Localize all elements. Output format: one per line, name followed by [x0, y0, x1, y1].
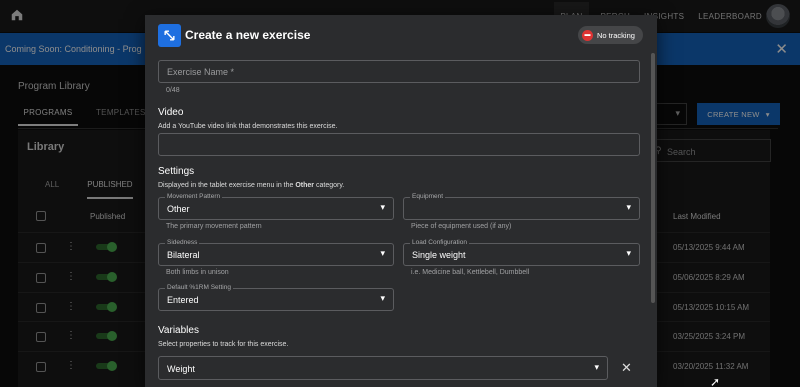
dropdown-arrow-icon: ▾	[380, 202, 385, 212]
equipment-select[interactable]: Equipment ▾	[403, 193, 640, 220]
sidedness-helper: Both limbs in unison	[166, 269, 229, 276]
dropdown-arrow-icon: ▾	[626, 202, 631, 212]
create-exercise-dialog: Create a new exercise ▬ No tracking Exer…	[145, 15, 657, 387]
settings-section-description: Displayed in the tablet exercise menu in…	[158, 182, 345, 189]
dropdown-arrow-icon: ▾	[380, 248, 385, 258]
settings-section-title: Settings	[158, 166, 195, 177]
remove-variable-icon[interactable]: ✕	[621, 360, 632, 376]
dropdown-arrow-icon: ▾	[626, 248, 631, 258]
movement-pattern-helper: The primary movement pattern	[166, 223, 262, 230]
video-link-input[interactable]	[158, 133, 640, 156]
load-configuration-value: Single weight	[412, 250, 466, 260]
default-1rm-label: Default %1RM Setting	[165, 284, 233, 291]
variable-value: Weight	[167, 364, 195, 374]
no-tracking-icon: ▬	[582, 29, 593, 41]
exercise-name-placeholder: Exercise Name *	[167, 67, 235, 77]
dialog-scrollbar[interactable]	[651, 53, 655, 303]
dropdown-arrow-icon: ▾	[380, 293, 385, 303]
exercise-name-input[interactable]: Exercise Name *	[158, 60, 640, 83]
video-section-title: Video	[158, 107, 184, 118]
default-1rm-value: Entered	[167, 295, 199, 305]
dialog-title: Create a new exercise	[185, 28, 311, 42]
mouse-cursor-icon: ➚	[710, 375, 721, 387]
movement-pattern-value: Other	[167, 204, 190, 214]
expand-arrows-icon	[158, 24, 181, 47]
tracking-chip-label: No tracking	[597, 30, 635, 40]
sidedness-label: Sidedness	[165, 239, 200, 246]
variable-select[interactable]: Weight ▾	[158, 356, 608, 380]
dropdown-arrow-icon: ▾	[594, 362, 599, 372]
equipment-label: Equipment	[410, 193, 446, 200]
variables-section-title: Variables	[158, 325, 199, 336]
default-1rm-select[interactable]: Default %1RM Setting Entered ▾	[158, 284, 394, 311]
sidedness-select[interactable]: Sidedness Bilateral ▾	[158, 239, 394, 266]
exercise-name-counter: 0/48	[166, 87, 180, 94]
variables-section-description: Select properties to track for this exer…	[158, 341, 289, 348]
sidedness-value: Bilateral	[167, 250, 200, 260]
load-configuration-select[interactable]: Load Configuration Single weight ▾	[403, 239, 640, 266]
movement-pattern-label: Movement Pattern	[165, 193, 223, 200]
tracking-chip[interactable]: ▬ No tracking	[578, 26, 643, 44]
load-configuration-helper: i.e. Medicine ball, Kettlebell, Dumbbell	[411, 269, 530, 276]
video-section-description: Add a YouTube video link that demonstrat…	[158, 123, 338, 130]
app-page: PLAN PERCH INSIGHTS LEADERBOARD Coming S…	[0, 0, 800, 387]
load-configuration-label: Load Configuration	[410, 239, 469, 246]
movement-pattern-select[interactable]: Movement Pattern Other ▾	[158, 193, 394, 220]
equipment-helper: Piece of equipment used (if any)	[411, 223, 512, 230]
